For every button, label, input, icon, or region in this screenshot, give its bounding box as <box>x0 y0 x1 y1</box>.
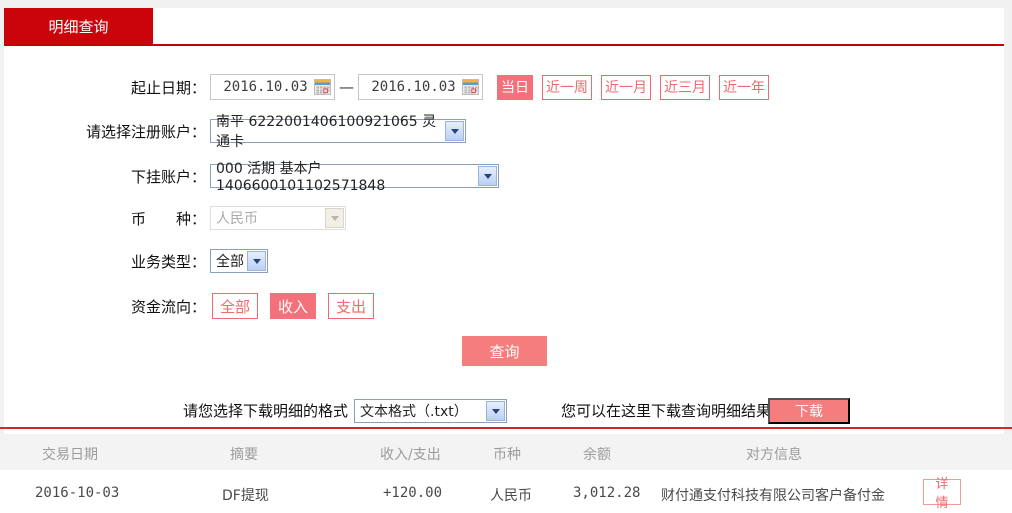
query-button[interactable]: 查询 <box>462 336 547 366</box>
col-header-currency: 币种 <box>493 447 521 463</box>
quick-range-quarter-button[interactable]: 近三月 <box>660 74 710 100</box>
chevron-down-icon <box>325 208 344 228</box>
fund-flow-income-button[interactable]: 收入 <box>270 293 317 319</box>
cell-currency: 人民币 <box>490 488 532 504</box>
calendar-icon[interactable] <box>462 79 479 95</box>
download-format-select[interactable]: 文本格式（.txt） <box>354 399 507 423</box>
cell-balance: 3,012.28 <box>573 485 641 501</box>
currency-row: 币 种： 人民币 <box>4 206 346 230</box>
quick-range-month-button[interactable]: 近一月 <box>601 74 651 100</box>
currency-value: 人民币 <box>216 211 258 227</box>
sub-account-row: 下挂账户： 000 活期 基本户 1406600101102571848 <box>4 161 499 194</box>
register-account-select[interactable]: 南平 6222001406100921065 灵通卡 <box>210 114 466 150</box>
quick-range-today-button[interactable]: 当日 <box>497 74 533 100</box>
download-format-label: 请您选择下载明细的格式 <box>183 402 349 420</box>
detail-button[interactable]: 详情 <box>923 476 961 510</box>
date-to-input[interactable]: 2016.10.03 <box>358 74 483 100</box>
register-account-row: 请选择注册账户： 南平 6222001406100921065 灵通卡 <box>4 114 466 150</box>
currency-select: 人民币 <box>210 206 346 230</box>
business-type-select[interactable]: 全部 <box>210 249 268 273</box>
col-header-date: 交易日期 <box>42 447 98 463</box>
cell-counterparty: 财付通支付科技有限公司客户备付金 <box>661 488 885 504</box>
sub-account-value: 000 活期 基本户 1406600101102571848 <box>216 161 386 194</box>
fund-flow-label: 资金流向： <box>130 297 206 316</box>
date-range-separator: — <box>339 78 354 96</box>
currency-label: 币 种： <box>130 209 206 228</box>
sub-account-select[interactable]: 000 活期 基本户 1406600101102571848 <box>210 161 499 194</box>
table-header: 交易日期 摘要 收入/支出 币种 余额 对方信息 <box>0 434 1012 470</box>
chevron-down-icon[interactable] <box>247 251 266 271</box>
business-type-value: 全部 <box>216 254 244 270</box>
cell-amount: +120.00 <box>383 485 443 501</box>
download-row: 请您选择下载明细的格式 文本格式（.txt） 您可以在这里下载查询明细结果 下载 <box>4 398 1004 425</box>
download-hint: 您可以在这里下载查询明细结果 <box>561 402 772 420</box>
business-type-label: 业务类型： <box>130 252 206 271</box>
download-button[interactable]: 下载 <box>768 398 850 424</box>
date-from-input[interactable]: 2016.10.03 <box>210 74 335 100</box>
chevron-down-icon[interactable] <box>486 401 505 421</box>
business-type-row: 业务类型： 全部 <box>4 249 268 273</box>
fund-flow-row: 资金流向： 全部 收入 支出 <box>4 293 375 319</box>
col-header-amount: 收入/支出 <box>380 447 441 463</box>
chevron-down-icon[interactable] <box>478 166 497 186</box>
register-account-value: 南平 6222001406100921065 灵通卡 <box>216 114 437 150</box>
col-header-balance: 余额 <box>583 447 611 463</box>
col-header-counterparty: 对方信息 <box>746 447 802 463</box>
cell-summary: DF提现 <box>222 488 269 504</box>
register-account-label: 请选择注册账户： <box>85 122 206 141</box>
quick-range-year-button[interactable]: 近一年 <box>719 74 769 100</box>
fund-flow-expense-button[interactable]: 支出 <box>328 293 375 319</box>
date-range-label: 起止日期： <box>130 78 206 97</box>
chevron-down-icon[interactable] <box>445 121 464 141</box>
tab-detail-query[interactable]: 明细查询 <box>4 8 153 44</box>
col-header-summary: 摘要 <box>230 447 258 463</box>
date-range-row: 起止日期： 2016.10.03 — 2016.10.03 当日 近一周 近一月… <box>4 74 769 100</box>
content-panel: 明细查询 起止日期： 2016.10.03 — 2016.10.03 当日 近一… <box>0 8 1012 513</box>
tab-underline <box>4 44 1004 46</box>
quick-range-week-button[interactable]: 近一周 <box>542 74 592 100</box>
page: 明细查询 起止日期： 2016.10.03 — 2016.10.03 当日 近一… <box>0 0 1012 513</box>
download-format-value: 文本格式（.txt） <box>360 404 468 420</box>
table-row: 2016-10-03 DF提现 +120.00 人民币 3,012.28 财付通… <box>0 470 1012 513</box>
cell-date: 2016-10-03 <box>35 485 120 501</box>
table-top-divider <box>0 427 1012 429</box>
sub-account-label: 下挂账户： <box>130 167 206 186</box>
fund-flow-all-button[interactable]: 全部 <box>212 293 259 319</box>
calendar-icon[interactable] <box>314 79 331 95</box>
